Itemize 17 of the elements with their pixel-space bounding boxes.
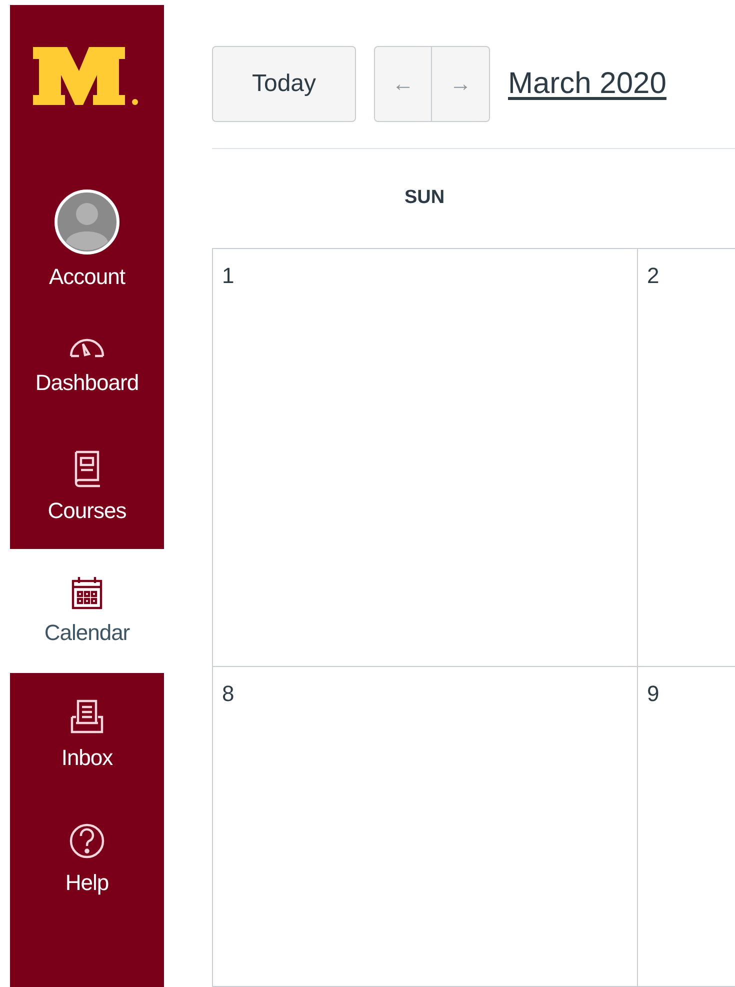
day-cell[interactable]: 1 (213, 249, 638, 667)
day-number: 1 (222, 263, 234, 288)
day-number: 8 (222, 681, 234, 706)
nav-item[interactable]: Calendar (10, 549, 164, 673)
day-cell[interactable]: 8 (213, 667, 638, 987)
day-cell[interactable]: 2 (638, 249, 735, 667)
nav-item[interactable]: Account (10, 177, 164, 301)
day-cell[interactable]: 9 (638, 667, 735, 987)
nav-item[interactable]: Help (10, 797, 164, 921)
nav-item[interactable]: Courses (10, 425, 164, 549)
day-number: 2 (647, 263, 660, 288)
today-button[interactable]: Today (212, 46, 356, 122)
day-number: 9 (647, 681, 660, 706)
weekday-header: SUN (404, 187, 445, 210)
nav-item[interactable]: Dashboard (10, 301, 164, 425)
nav-item[interactable]: Inbox (10, 673, 164, 797)
month-title-link[interactable]: March 2020 (508, 67, 666, 101)
